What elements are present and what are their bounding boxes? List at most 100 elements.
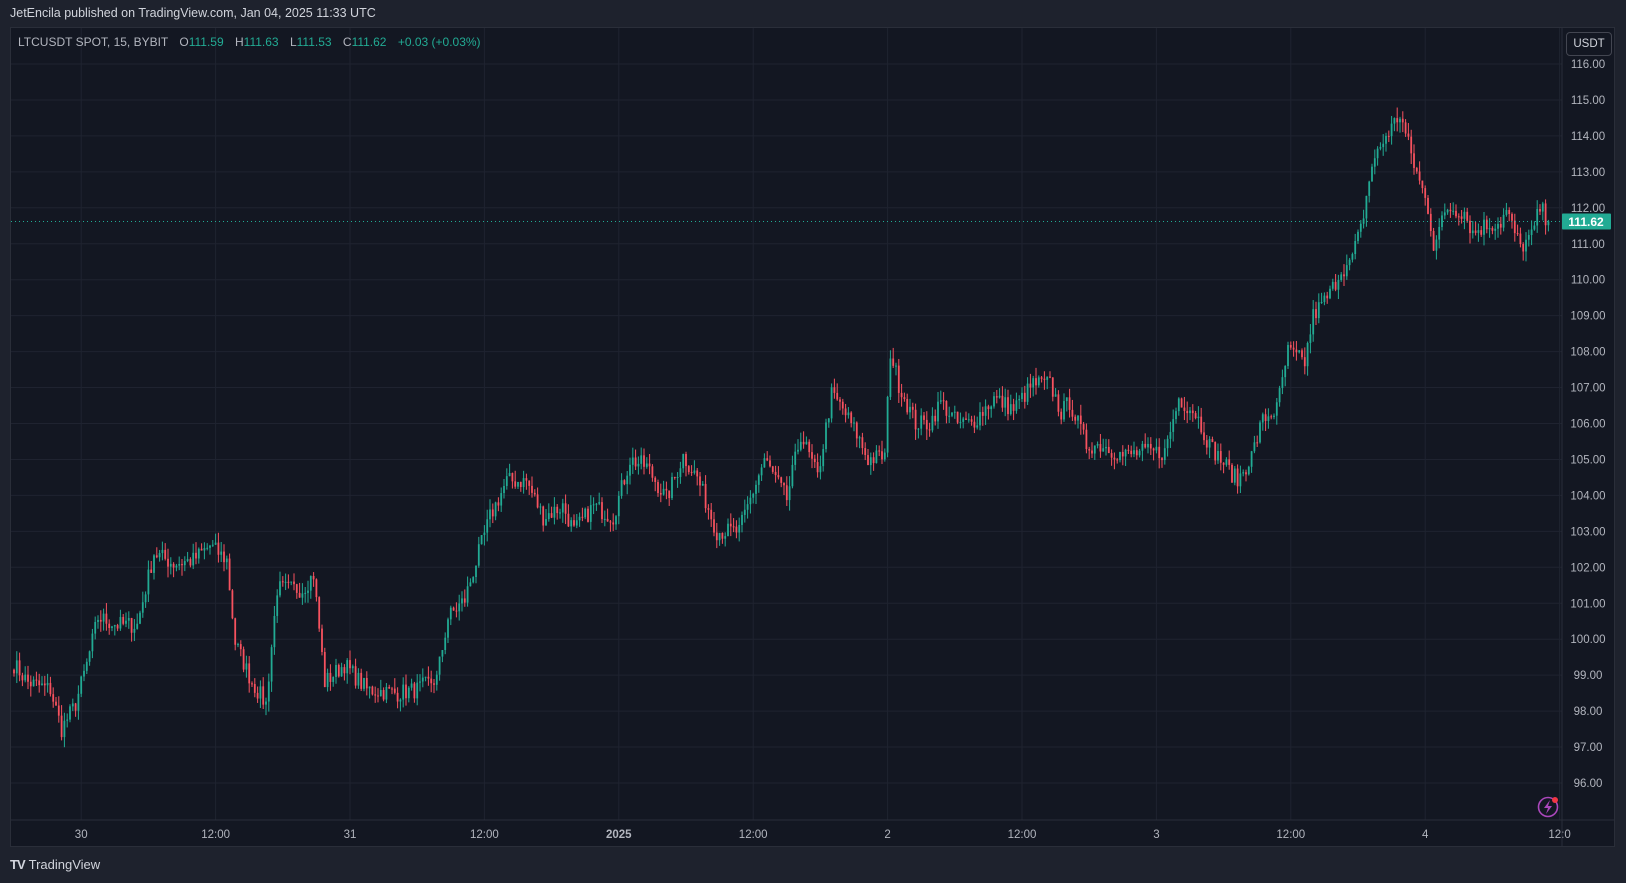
- candle-body: [1158, 446, 1161, 459]
- candle: [1522, 242, 1525, 261]
- candle-body: [77, 693, 80, 711]
- candle: [340, 662, 343, 677]
- candle-body: [1161, 458, 1163, 461]
- candle: [1345, 254, 1348, 280]
- candle: [864, 442, 867, 461]
- candle-body: [584, 508, 587, 518]
- candle: [1063, 393, 1065, 422]
- candle: [508, 463, 511, 477]
- candle-body: [514, 481, 517, 487]
- candle-body: [200, 548, 203, 551]
- candle-body: [662, 488, 665, 495]
- candle-body: [802, 441, 805, 445]
- candle: [18, 652, 21, 682]
- candle-body: [743, 509, 746, 515]
- candle-body: [1438, 226, 1441, 240]
- candle: [634, 449, 637, 471]
- candle-body: [1200, 416, 1203, 433]
- candle: [214, 533, 217, 545]
- candle: [797, 439, 799, 455]
- candle: [38, 673, 41, 693]
- candle: [671, 472, 673, 501]
- candle: [816, 453, 819, 478]
- candle-body: [1127, 449, 1130, 451]
- candle-body: [433, 683, 435, 685]
- candle-body: [231, 590, 234, 619]
- candle: [80, 675, 83, 698]
- candle-body: [391, 688, 393, 690]
- candle-body: [1225, 459, 1228, 465]
- candle-body: [1287, 345, 1289, 367]
- candle-body: [1063, 401, 1065, 420]
- candle: [385, 683, 388, 704]
- candle-body: [189, 559, 192, 566]
- candle: [1054, 388, 1057, 397]
- candle-body: [805, 441, 808, 445]
- candle: [587, 506, 589, 523]
- close-label: C: [342, 35, 352, 49]
- candle-body: [363, 677, 365, 689]
- candle: [514, 470, 517, 489]
- open-value: 111.59: [188, 35, 224, 49]
- candle-body: [410, 683, 413, 688]
- candle-body: [301, 593, 304, 598]
- tradingview-logo-icon[interactable]: TV: [10, 857, 26, 872]
- candle: [1155, 438, 1158, 454]
- candle-body: [816, 462, 819, 473]
- candle-body: [819, 466, 822, 473]
- candle: [1292, 341, 1295, 357]
- candle: [556, 504, 559, 520]
- symbol-label[interactable]: LTCUSDT SPOT, 15, BYBIT: [18, 35, 168, 49]
- candle: [547, 503, 550, 522]
- candle-body: [438, 656, 441, 675]
- candle: [844, 403, 847, 423]
- candle-body: [917, 428, 920, 430]
- candle: [1093, 445, 1096, 460]
- candle: [307, 580, 309, 603]
- candle-body: [1508, 209, 1511, 215]
- candle-body: [525, 478, 528, 481]
- candle-body: [1231, 464, 1233, 483]
- candle-body: [419, 681, 421, 683]
- candle: [1544, 199, 1547, 235]
- candle-body: [1536, 208, 1539, 226]
- candle: [687, 465, 690, 475]
- candle: [858, 435, 861, 449]
- candle: [1161, 457, 1163, 468]
- candle: [1382, 134, 1385, 156]
- candle-body: [1323, 295, 1326, 303]
- candle-body: [1040, 377, 1043, 379]
- candle: [262, 677, 265, 710]
- candlestick-chart[interactable]: 116.00 115.00 114.00 113.00 112.00 111.00 110.…: [0, 0, 1626, 883]
- candle-body: [1488, 228, 1491, 230]
- lightning-alert-icon[interactable]: [1537, 796, 1559, 818]
- candle-body: [1026, 383, 1029, 402]
- candle: [363, 677, 365, 692]
- candle-body: [153, 555, 155, 573]
- candle-body: [497, 502, 500, 506]
- candle: [1471, 220, 1474, 239]
- candle-body: [284, 581, 287, 583]
- candle-body: [928, 429, 931, 431]
- candle: [1194, 410, 1197, 420]
- candle-body: [1264, 414, 1267, 422]
- candle-body: [693, 470, 696, 473]
- candle-body: [1203, 432, 1205, 441]
- currency-button[interactable]: USDT: [1566, 32, 1612, 56]
- candle-body: [13, 669, 15, 674]
- candle-body: [738, 524, 741, 533]
- candle-body: [1273, 415, 1275, 418]
- candle-body: [1107, 446, 1110, 454]
- candle-body: [671, 476, 673, 499]
- candle-body: [49, 682, 52, 695]
- candle: [595, 502, 598, 511]
- candle-body: [15, 660, 18, 674]
- brand-label[interactable]: TradingView: [29, 857, 101, 872]
- candle: [724, 532, 727, 547]
- candle-body: [1119, 451, 1121, 461]
- candle-body: [659, 493, 662, 495]
- time-tick: 12:00: [1008, 829, 1037, 841]
- candle-body: [735, 526, 738, 533]
- candle: [769, 455, 771, 468]
- candle-body: [315, 579, 318, 598]
